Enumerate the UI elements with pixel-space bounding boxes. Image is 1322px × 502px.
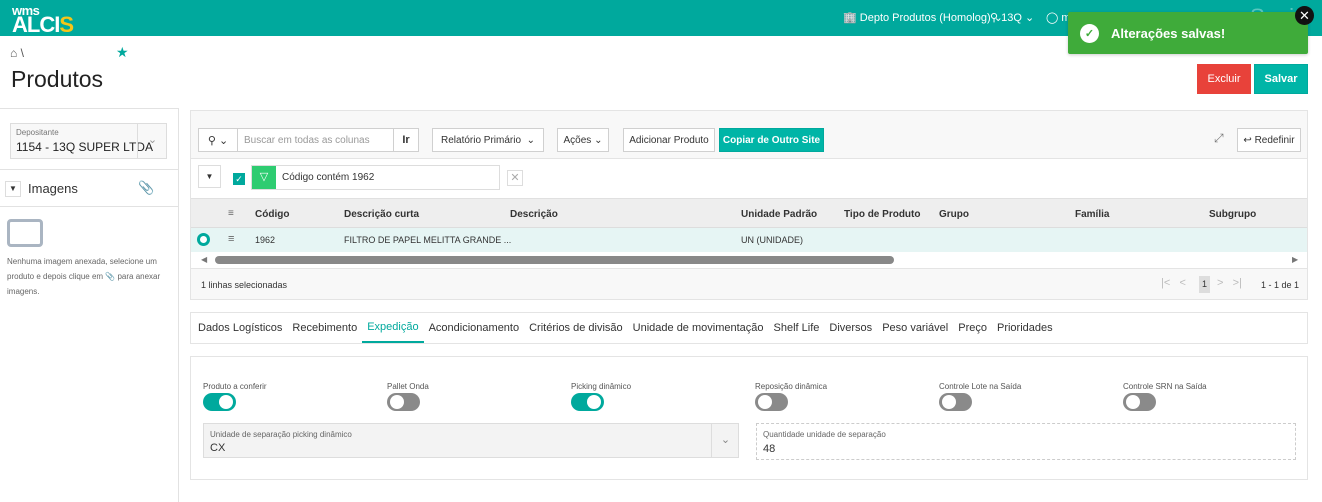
cell-unidade: UN (UNIDADE) (741, 235, 803, 245)
filter-enabled-checkbox[interactable]: ✓ (233, 173, 245, 185)
tab[interactable]: Preço (953, 313, 992, 343)
toggle-switch[interactable] (755, 393, 788, 411)
toggle-label: Reposição dinâmica (755, 382, 828, 391)
toggle-switch[interactable] (571, 393, 604, 411)
search-input[interactable]: Buscar em todas as colunas (237, 128, 394, 152)
chevron-down-icon[interactable]: ⌄ (711, 424, 739, 457)
column-header[interactable]: Subgrupo (1209, 209, 1256, 220)
page-title: Produtos (11, 66, 104, 92)
row-menu-icon[interactable]: ≡ (228, 233, 234, 245)
tab[interactable]: Shelf Life (769, 313, 825, 343)
actions-menu[interactable]: Ações ⌄ (557, 128, 609, 152)
filter-collapse-toggle[interactable]: ▼ (198, 165, 221, 188)
qty-label: Quantidade unidade de separação (763, 430, 886, 439)
filter-icon: ▽ (252, 166, 276, 189)
grid-header: ≡ Código Descrição curta Descrição Unida… (191, 198, 1307, 228)
table-row[interactable]: ≡ 1962 FILTRO DE PAPEL MELITTA GRANDE ..… (191, 228, 1307, 252)
location-selector[interactable]: ⚲ 13Q ⌄ (990, 11, 1034, 24)
paperclip-icon[interactable]: 📎 (138, 180, 154, 196)
tabs: Dados Logísticos Recebimento Expedição Acon… (190, 312, 1308, 344)
row-menu-icon: ≡ (228, 208, 234, 219)
quantity-field[interactable]: Quantidade unidade de separação 48 (756, 423, 1296, 460)
current-page[interactable]: 1 (1199, 276, 1210, 293)
toggle-label: Produto a conferir (203, 382, 267, 391)
remove-filter-button[interactable]: ✕ (507, 170, 523, 186)
selected-count: 1 linhas selecionadas (201, 280, 288, 290)
go-button[interactable]: Ir (393, 128, 419, 152)
search-column-selector[interactable]: ⚲ ⌄ (198, 128, 238, 152)
tab[interactable]: Prioridades (992, 313, 1058, 343)
tab[interactable]: Peso variável (877, 313, 953, 343)
home-icon[interactable]: ⌂ (10, 46, 17, 60)
unit-select[interactable]: Unidade de separação picking dinâmico CX… (203, 423, 739, 458)
horizontal-scrollbar[interactable]: ◀ ▶ (191, 252, 1307, 268)
toggle-switch[interactable] (1123, 393, 1156, 411)
filter-text: Código contém 1962 (282, 172, 375, 183)
tab[interactable]: Expedição (362, 313, 424, 343)
close-toast-button[interactable]: ✕ (1295, 6, 1314, 25)
report-region: ⚲ ⌄ Buscar em todas as colunas Ir Relató… (190, 110, 1308, 300)
row-radio[interactable] (197, 233, 210, 246)
tab[interactable]: Critérios de divisão (524, 313, 628, 343)
qty-value: 48 (763, 443, 776, 455)
pagination-next[interactable]: > >| (1217, 277, 1242, 289)
pagination-prev[interactable]: |< < (1161, 277, 1186, 289)
add-product-button[interactable]: Adicionar Produto (623, 128, 715, 152)
reset-button[interactable]: ↩ Redefinir (1237, 128, 1301, 152)
expedicao-panel: Unidade de separação picking dinâmico CX… (190, 356, 1308, 480)
scrollbar-thumb[interactable] (215, 256, 894, 264)
report-select[interactable]: Relatório Primário ⌄ (432, 128, 544, 152)
favorite-star-icon[interactable]: ★ (116, 44, 129, 61)
logo: ALCIS (12, 12, 74, 37)
delete-button[interactable]: Excluir (1197, 64, 1251, 94)
left-panel: Depositante 1154 - 13Q SUPER LTDA ⌄ ▼ Im… (0, 108, 179, 502)
tab[interactable]: Dados Logísticos (193, 313, 287, 343)
cell-codigo: 1962 (255, 235, 276, 245)
toggle-label: Picking dinâmico (571, 382, 632, 391)
images-title: Imagens (28, 181, 78, 196)
expand-icon[interactable]: ⤢ (1214, 131, 1224, 146)
toggle-switch[interactable] (203, 393, 236, 411)
toggle-label: Pallet Onda (387, 382, 429, 391)
column-header[interactable]: Unidade Padrão (741, 209, 817, 220)
column-header[interactable]: Descrição (510, 209, 558, 220)
chevron-down-icon[interactable]: ⌄ (137, 124, 167, 158)
save-button[interactable]: Salvar (1254, 64, 1308, 94)
depositante-value: 1154 - 13Q SUPER LTDA (16, 140, 153, 154)
column-header[interactable]: Tipo de Produto (844, 209, 920, 220)
cell-descricao-curta: FILTRO DE PAPEL MELITTA GRANDE ... (344, 235, 512, 245)
user-menu[interactable]: ◯ m (1046, 11, 1071, 24)
unit-label: Unidade de separação picking dinâmico (210, 430, 352, 439)
empty-images-text: Nenhuma imagem anexada, selecione um prod… (7, 257, 161, 296)
success-toast: ✓ Alterações salvas! (1068, 12, 1308, 54)
tab[interactable]: Recebimento (287, 313, 362, 343)
image-placeholder-icon (7, 219, 43, 247)
column-header[interactable]: Grupo (939, 209, 969, 220)
depositante-select[interactable]: Depositante 1154 - 13Q SUPER LTDA ⌄ (10, 123, 167, 159)
column-header[interactable]: Código (255, 209, 289, 220)
column-header[interactable]: Família (1075, 209, 1109, 220)
site-selector[interactable]: 🏢 Depto Produtos (Homolog) ⌄ (843, 11, 1003, 24)
tab[interactable]: Unidade de movimentação (628, 313, 769, 343)
breadcrumb: ⌂ \ (10, 46, 24, 60)
depositante-label: Depositante (16, 128, 59, 137)
column-header[interactable]: Descrição curta (344, 209, 419, 220)
copy-from-site-button[interactable]: Copiar de Outro Site (719, 128, 824, 152)
toggle-switch[interactable] (387, 393, 420, 411)
pagination-range: 1 - 1 de 1 (1261, 280, 1300, 290)
collapse-toggle[interactable]: ▼ (5, 181, 21, 197)
unit-value: CX (210, 442, 226, 454)
check-icon: ✓ (1080, 23, 1099, 43)
toggle-label: Controle Lote na Saída (939, 382, 1022, 391)
toggle-label: Controle SRN na Saída (1123, 382, 1207, 391)
toast-message: Alterações salvas! (1111, 25, 1226, 41)
toggle-switch[interactable] (939, 393, 972, 411)
filter-chip[interactable]: ▽ Código contém 1962 (251, 165, 500, 190)
tab[interactable]: Acondicionamento (424, 313, 525, 343)
tab[interactable]: Diversos (824, 313, 877, 343)
